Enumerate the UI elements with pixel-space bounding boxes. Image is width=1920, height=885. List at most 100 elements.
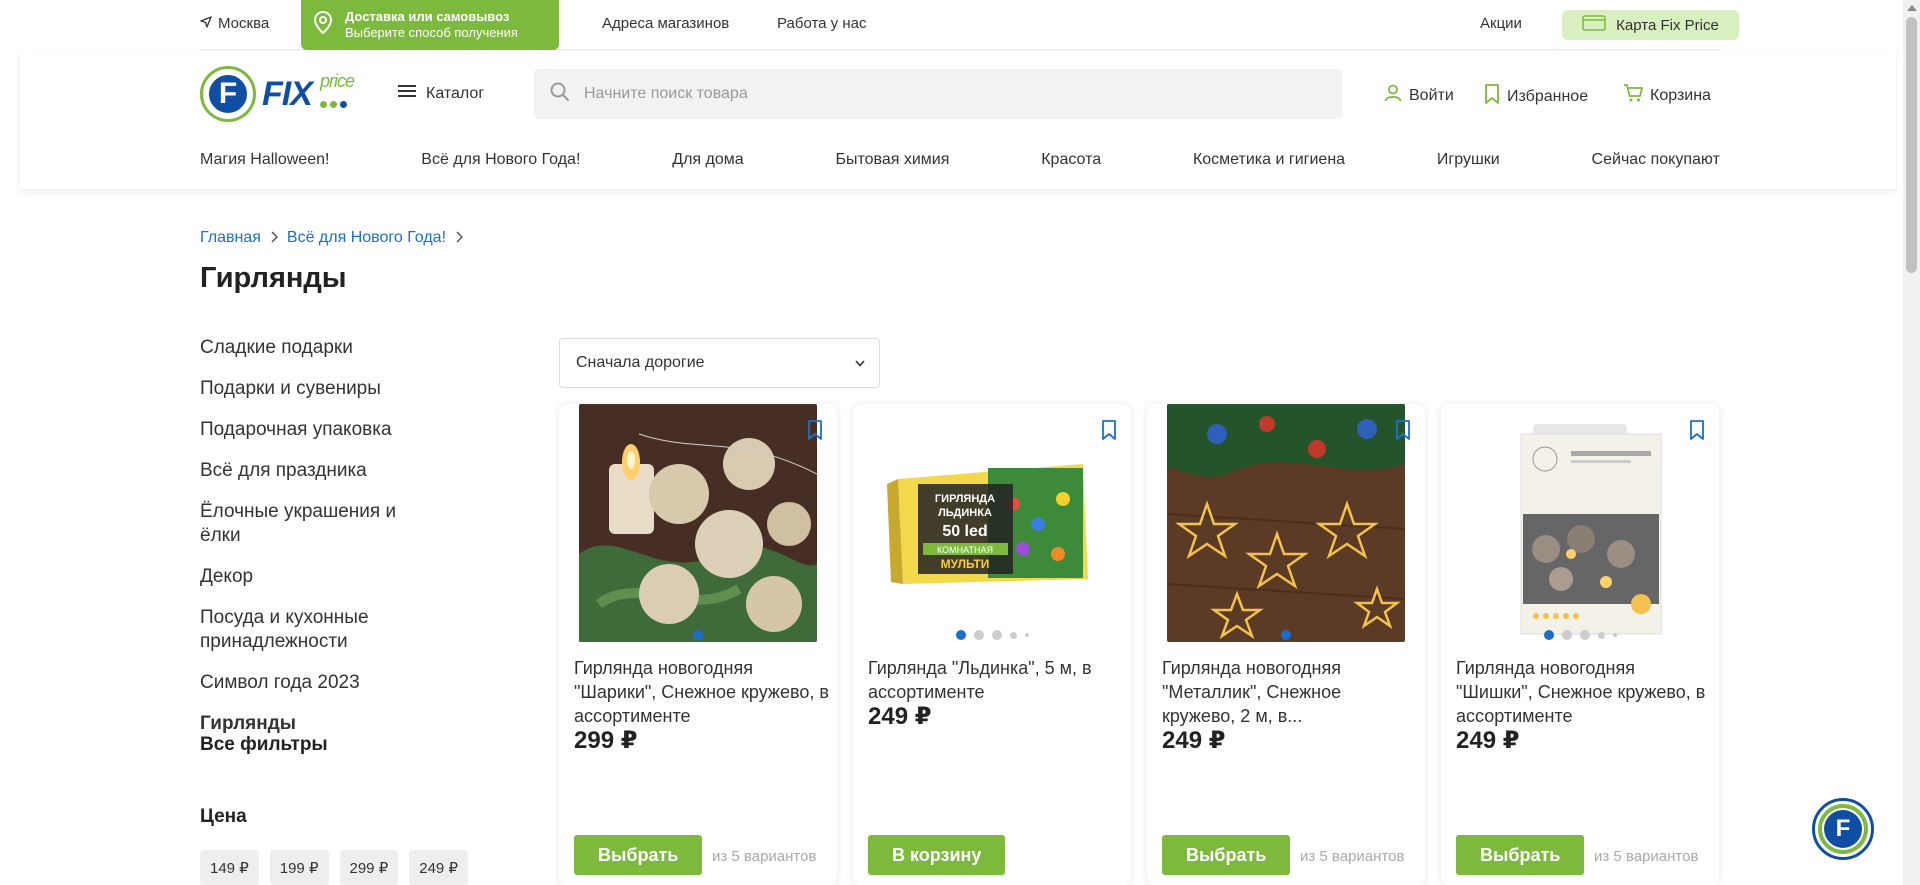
pager-dot[interactable] — [955, 630, 966, 640]
price-chip[interactable]: 249 ₽ — [409, 850, 468, 885]
city-label: Москва — [218, 15, 270, 32]
top-bar-inner: Москва Доставка или самовывоз Выберите с… — [200, 0, 1739, 50]
jobs-link[interactable]: Работа у нас — [777, 15, 866, 32]
map-pin-icon — [313, 10, 333, 40]
promo-link[interactable]: Акции — [1480, 15, 1522, 32]
pager-dot[interactable] — [973, 630, 984, 640]
product-image[interactable]: ГИРЛЯНДА ЛЬДИНКА 50 led КОМНАТНАЯ МУЛЬТИ — [873, 404, 1111, 642]
page-title: Гирлянды — [200, 262, 347, 294]
card-icon — [1582, 15, 1606, 35]
sidebar-item-party[interactable]: Всё для праздника — [200, 459, 420, 483]
svg-text:МУЛЬТИ: МУЛЬТИ — [941, 557, 990, 571]
sidebar-item-symbol-2023[interactable]: Символ года 2023 — [200, 671, 420, 695]
image-pager — [853, 630, 1131, 640]
choose-button[interactable]: Выбрать — [1162, 835, 1291, 875]
search-bar — [534, 69, 1342, 119]
floating-logo-button[interactable]: F — [1812, 798, 1874, 860]
product-price: 249 ₽ — [1162, 727, 1226, 754]
city-selector[interactable]: Москва — [200, 15, 269, 32]
sidebar-item-garlands[interactable]: Гирлянды — [200, 712, 420, 736]
fix-card-label: Карта Fix Price — [1616, 16, 1719, 34]
price-filter-heading: Цена — [200, 806, 247, 827]
sidebar-item-gifts-souvenirs[interactable]: Подарки и сувениры — [200, 377, 420, 401]
delivery-subtitle: Выберите способ получения — [345, 25, 518, 40]
pager-dot[interactable] — [1612, 633, 1617, 637]
chevron-right-icon — [455, 230, 464, 246]
chevron-right-icon — [270, 230, 278, 246]
stores-link[interactable]: Адреса магазинов — [602, 15, 729, 32]
login-button[interactable]: Войти — [1384, 84, 1454, 107]
nav-item-beauty[interactable]: Красота — [1041, 151, 1101, 169]
svg-text:ГИРЛЯНДА: ГИРЛЯНДА — [935, 493, 995, 505]
search-input[interactable] — [584, 85, 1284, 103]
sort-selected-value: Сначала дорогие — [576, 354, 705, 371]
breadcrumb-home[interactable]: Главная — [200, 229, 261, 247]
pager-dot[interactable] — [991, 630, 1002, 640]
add-to-cart-button[interactable]: В корзину — [868, 835, 1006, 875]
svg-text:50 led: 50 led — [942, 523, 987, 540]
breadcrumb-new-year[interactable]: Всё для Нового Года! — [287, 229, 446, 247]
fix-price-logo[interactable]: F FIX price — [200, 65, 370, 123]
bookmark-icon[interactable] — [1101, 420, 1117, 445]
chevron-down-icon — [855, 354, 865, 372]
page-scrollbar[interactable] — [1903, 0, 1920, 885]
product-price: 249 ₽ — [1456, 727, 1520, 754]
pager-dot[interactable] — [1281, 630, 1291, 640]
all-filters-button[interactable]: Все фильтры — [200, 734, 328, 756]
product-name[interactable]: Гирлянда новогодняя "Металлик", Снежное … — [1162, 656, 1417, 728]
scroll-up-icon[interactable] — [1907, 5, 1917, 11]
product-card[interactable]: Гирлянда новогодняя "Шарики", Снежное кр… — [559, 404, 837, 885]
nav-item-cosmetics[interactable]: Косметика и гигиена — [1193, 151, 1345, 169]
pager-dot[interactable] — [1579, 630, 1590, 640]
catalog-button[interactable]: Каталог — [398, 84, 484, 103]
fix-card-button[interactable]: Карта Fix Price — [1562, 10, 1739, 40]
sidebar-item-kitchenware[interactable]: Посуда и кухонные принадлежности — [200, 606, 420, 654]
product-image[interactable] — [1167, 404, 1405, 642]
product-name[interactable]: Гирлянда "Льдинка", 5 м, в ассортименте — [868, 656, 1123, 704]
product-name[interactable]: Гирлянда новогодняя "Шарики", Снежное кр… — [574, 656, 829, 728]
cart-button[interactable]: Корзина — [1623, 84, 1711, 107]
price-chip[interactable]: 299 ₽ — [339, 850, 399, 885]
favorites-button[interactable]: Избранное — [1484, 84, 1588, 109]
delivery-button[interactable]: Доставка или самовывоз Выберите способ п… — [301, 0, 559, 50]
pager-dot[interactable] — [693, 630, 703, 640]
product-image[interactable] — [579, 404, 817, 642]
login-label: Войти — [1409, 86, 1454, 104]
sidebar-item-tree-decorations[interactable]: Ёлочные украшения и ёлки — [200, 500, 420, 548]
product-name[interactable]: Гирлянда новогодняя "Шишки", Снежное кру… — [1456, 656, 1711, 728]
catalog-label: Каталог — [426, 84, 485, 102]
scrollbar-thumb[interactable] — [1906, 17, 1917, 273]
bookmark-icon[interactable] — [1689, 420, 1705, 445]
sidebar-item-decor[interactable]: Декор — [200, 565, 420, 589]
price-chip[interactable]: 199 ₽ — [269, 850, 329, 885]
bookmark-icon[interactable] — [807, 420, 823, 445]
top-bar: Москва Доставка или самовывоз Выберите с… — [20, 0, 1896, 50]
nav-item-household-chemicals[interactable]: Бытовая химия — [835, 151, 949, 169]
product-card[interactable]: ГИРЛЯНДА ЛЬДИНКА 50 led КОМНАТНАЯ МУЛЬТИ… — [853, 404, 1131, 885]
category-nav: Магия Halloween! Всё для Нового Года! Дл… — [200, 151, 1720, 169]
sort-select[interactable]: Сначала дорогие — [559, 338, 880, 388]
pager-dot[interactable] — [1024, 633, 1029, 637]
choose-button[interactable]: Выбрать — [1456, 835, 1585, 875]
bookmark-icon[interactable] — [1395, 420, 1411, 445]
image-pager — [559, 630, 837, 640]
pager-dot[interactable] — [1009, 631, 1017, 639]
nav-item-toys[interactable]: Игрушки — [1437, 151, 1500, 169]
product-card[interactable]: Гирлянда новогодняя "Шишки", Снежное кру… — [1441, 404, 1719, 885]
choose-button[interactable]: Выбрать — [574, 835, 703, 875]
nav-item-new-year[interactable]: Всё для Нового Года! — [421, 151, 580, 169]
product-card[interactable]: Гирлянда новогодняя "Металлик", Снежное … — [1147, 404, 1425, 885]
sidebar-item-sweet-gifts[interactable]: Сладкие подарки — [200, 336, 420, 360]
pager-dot[interactable] — [1597, 631, 1605, 639]
nav-item-home[interactable]: Для дома — [672, 151, 743, 169]
nav-item-halloween[interactable]: Магия Halloween! — [200, 151, 329, 169]
nav-item-trending[interactable]: Сейчас покупают — [1592, 151, 1720, 169]
sidebar-item-gift-wrapping[interactable]: Подарочная упаковка — [200, 418, 420, 442]
pager-dot[interactable] — [1561, 630, 1572, 640]
cart-icon — [1623, 84, 1643, 107]
product-image[interactable] — [1461, 404, 1699, 642]
variants-count: из 5 вариантов — [712, 848, 817, 865]
main-header: F FIX price Каталог Войти Избранное — [20, 51, 1896, 189]
price-chip[interactable]: 149 ₽ — [200, 850, 259, 885]
pager-dot[interactable] — [1543, 630, 1554, 640]
